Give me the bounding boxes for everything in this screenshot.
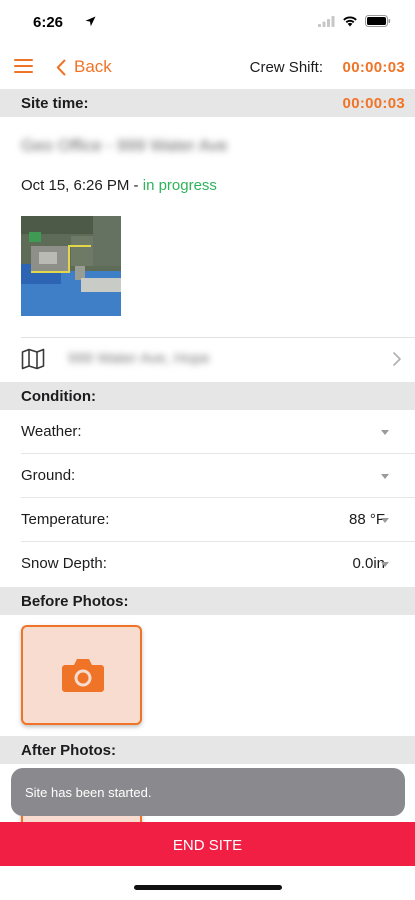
map-icon	[21, 348, 45, 370]
camera-icon	[62, 659, 104, 692]
site-map-thumbnail[interactable]	[21, 216, 121, 316]
site-date-separator: -	[129, 177, 143, 194]
site-status: in progress	[142, 177, 217, 194]
dropdown-caret-icon	[381, 562, 389, 567]
menu-icon[interactable]	[14, 58, 34, 74]
after-photos-header: After Photos:	[0, 736, 415, 764]
dropdown-caret-icon	[381, 518, 389, 523]
crew-shift-timer: 00:00:03	[342, 59, 405, 76]
back-button[interactable]: Back	[56, 56, 112, 78]
chevron-right-icon	[393, 352, 401, 366]
site-time-timer: 00:00:03	[342, 95, 405, 112]
status-time: 6:26	[33, 14, 64, 31]
weather-label: Weather:	[21, 423, 82, 440]
site-name: Geo Office - 999 Water Ave	[21, 136, 228, 155]
weather-field[interactable]: Weather:	[21, 410, 415, 454]
cellular-signal-icon	[318, 15, 335, 27]
end-site-button[interactable]: END SITE	[0, 822, 415, 866]
temperature-label: Temperature:	[21, 511, 110, 528]
toast-message: Site has been started.	[25, 785, 152, 800]
status-bar: 6:26	[0, 0, 415, 46]
add-before-photo-button[interactable]	[21, 625, 142, 725]
temperature-value: 88 °F	[348, 511, 385, 528]
site-time-label: Site time:	[21, 95, 89, 112]
snow-depth-field[interactable]: Snow Depth: 0.0in	[21, 542, 415, 586]
ground-field[interactable]: Ground:	[21, 454, 415, 498]
before-photos-header: Before Photos:	[0, 587, 415, 615]
back-label: Back	[74, 57, 112, 76]
site-time-header: Site time: 00:00:03	[0, 89, 415, 117]
temperature-field[interactable]: Temperature: 88 °F	[21, 498, 415, 542]
home-indicator[interactable]	[134, 885, 282, 890]
ground-label: Ground:	[21, 467, 76, 484]
dropdown-caret-icon	[381, 474, 389, 479]
snow-depth-label: Snow Depth:	[21, 555, 107, 572]
location-arrow-icon	[85, 16, 96, 27]
battery-icon	[365, 15, 391, 27]
before-photos-label: Before Photos:	[21, 593, 129, 610]
address-row[interactable]: 999 Water Ave, Hope	[21, 337, 415, 381]
end-site-label: END SITE	[172, 836, 243, 854]
site-address: 999 Water Ave, Hope	[68, 350, 210, 367]
wifi-icon	[343, 16, 357, 27]
dropdown-caret-icon	[381, 430, 389, 435]
condition-label: Condition:	[21, 388, 96, 405]
after-photos-label: After Photos:	[21, 742, 116, 759]
site-date: Oct 15, 6:26 PM	[21, 177, 130, 194]
back-chevron-icon	[56, 59, 66, 75]
site-date-line: Oct 15, 6:26 PM - in progress	[21, 177, 217, 194]
crew-shift-label: Crew Shift:	[249, 59, 323, 76]
condition-header: Condition:	[0, 382, 415, 410]
aerial-image	[21, 216, 121, 316]
toast-notification: Site has been started.	[11, 768, 405, 816]
navigation-bar: Back Crew Shift: 00:00:03	[0, 46, 415, 88]
